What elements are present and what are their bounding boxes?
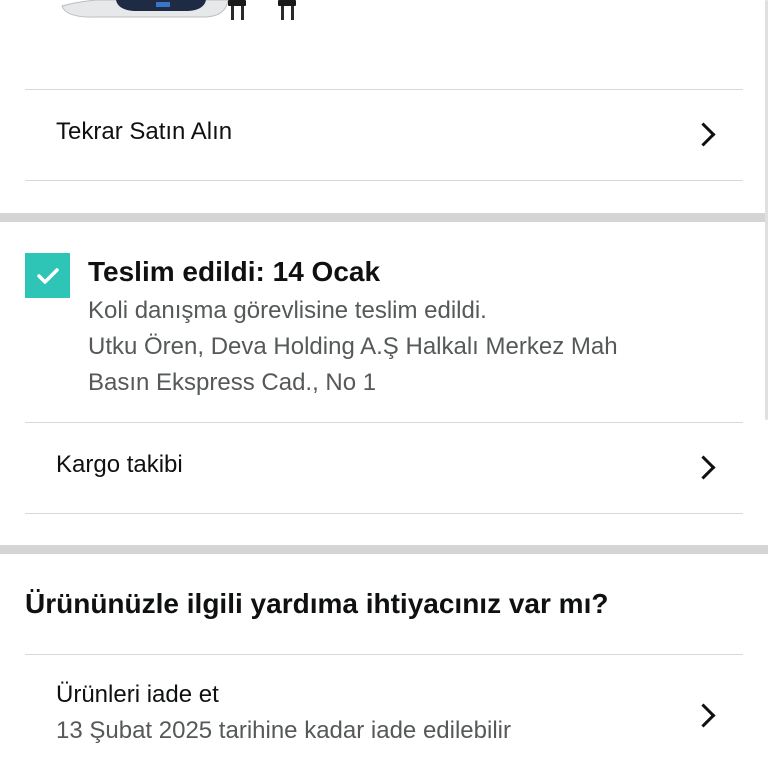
track-package-label: Kargo takibi xyxy=(56,451,183,478)
help-section-title: Ürününüzle ilgili yardıma ihtiyacınız va… xyxy=(25,588,609,619)
chevron-right-icon xyxy=(691,122,716,147)
delivery-address-line: Basın Ekspress Cad., No 1 xyxy=(88,369,377,396)
return-items-row[interactable]: Ürünleri iade et 13 Şubat 2025 tarihine … xyxy=(0,655,768,768)
buy-again-label: Tekrar Satın Alın xyxy=(56,118,233,145)
divider xyxy=(25,180,743,181)
checkmark-icon xyxy=(25,253,70,298)
return-deadline-text: 13 Şubat 2025 tarihine kadar iade edileb… xyxy=(56,717,511,744)
return-items-label: Ürünleri iade et xyxy=(56,681,219,708)
delivery-detail: Koli danışma görevlisine teslim edildi. xyxy=(88,297,487,324)
divider xyxy=(25,513,743,514)
section-separator xyxy=(0,545,768,554)
buy-again-row[interactable]: Tekrar Satın Alın xyxy=(0,90,768,180)
chevron-right-icon xyxy=(691,703,716,728)
product-image[interactable] xyxy=(56,0,316,24)
delivery-address-line: Utku Ören, Deva Holding A.Ş Halkalı Merk… xyxy=(88,333,618,360)
chevron-right-icon xyxy=(691,455,716,480)
section-separator xyxy=(0,213,768,222)
delivery-status-title: Teslim edildi: 14 Ocak xyxy=(88,256,381,287)
track-package-row[interactable]: Kargo takibi xyxy=(0,423,768,513)
